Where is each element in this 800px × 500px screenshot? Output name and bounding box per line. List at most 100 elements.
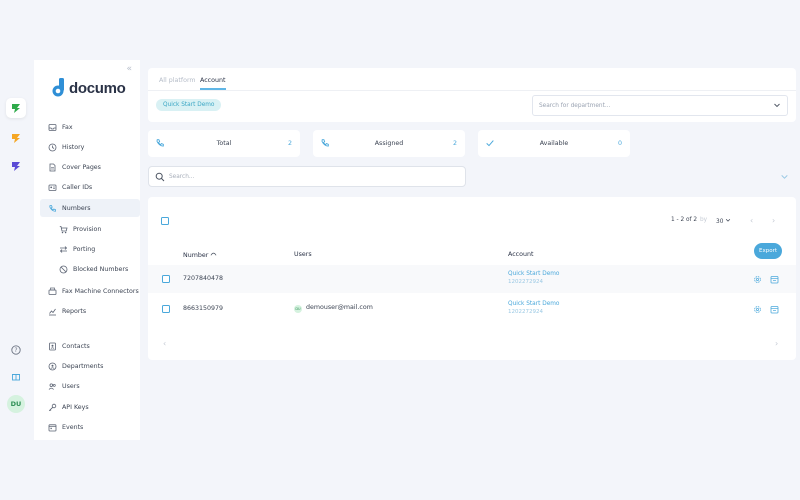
sidebar-item-fax[interactable]: Fax <box>40 118 140 136</box>
sidebar-item-label: Departments <box>62 362 104 370</box>
sidebar-item-label: Blocked Numbers <box>73 265 129 273</box>
sidebar-item-label: Users <box>62 382 80 390</box>
sidebar-item-label: Porting <box>73 245 96 253</box>
history-icon <box>47 142 57 152</box>
fax-app-icon[interactable] <box>6 98 26 118</box>
flow-app-icon[interactable] <box>6 156 26 176</box>
settings-gear-icon[interactable] <box>753 275 762 284</box>
sidebar-item-reports[interactable]: Reports <box>40 302 140 320</box>
stat-value: 2 <box>452 140 457 147</box>
stat-value: 2 <box>287 140 292 147</box>
sidebar-item-numbers[interactable]: Numbers <box>40 199 140 217</box>
stat-label: Assigned <box>374 140 404 147</box>
number-cell: 7207840478 <box>183 275 224 282</box>
sidebar-item-label: Provision <box>73 225 102 233</box>
stat-value: 0 <box>617 140 622 147</box>
per-page-select[interactable]: 30 <box>716 217 731 225</box>
numbers-table: 1 - 2 of 2 by 30 ‹ › Number Users Accoun… <box>148 197 796 360</box>
divider <box>148 90 796 91</box>
sidebar-item-label: Contacts <box>62 342 90 350</box>
id-card-icon <box>47 182 57 192</box>
sidebar-item-label: Fax <box>62 123 73 131</box>
chevron-down-icon <box>773 101 781 111</box>
sidebar-item-provision[interactable]: Provision <box>40 220 140 238</box>
sidebar-item-cover-pages[interactable]: Cover Pages <box>40 158 140 176</box>
department-select[interactable]: Search for department... <box>532 95 788 116</box>
help-icon[interactable]: ? <box>8 342 24 358</box>
calendar-icon[interactable] <box>770 305 779 314</box>
sidebar-item-porting[interactable]: Porting <box>40 240 140 258</box>
settings-gear-icon[interactable] <box>753 305 762 314</box>
sidebar-item-label: API Keys <box>62 403 89 411</box>
tab-all-platform[interactable]: All platform <box>159 77 196 84</box>
chart-icon <box>47 306 57 316</box>
search-icon <box>155 172 165 184</box>
stat-available: Available 0 <box>478 130 630 157</box>
table-row[interactable]: 7207840478 Quick Start Demo 1202272924 <box>148 265 796 293</box>
scroll-right-icon[interactable]: › <box>775 339 778 348</box>
per-page-value: 30 <box>716 219 724 225</box>
department-placeholder: Search for department... <box>539 102 611 109</box>
scroll-left-icon[interactable]: ‹ <box>163 339 166 348</box>
cart-icon <box>58 224 68 234</box>
pagination-range: 1 - 2 of 2 <box>671 217 698 223</box>
account-chip[interactable]: Quick Start Demo <box>156 99 222 111</box>
calendar-icon[interactable] <box>770 275 779 284</box>
sidebar-item-api-keys[interactable]: API Keys <box>40 398 140 416</box>
account-link[interactable]: Quick Start Demo <box>508 271 559 277</box>
sidebar-item-history[interactable]: History <box>40 138 140 156</box>
column-header-number[interactable]: Number <box>183 251 217 259</box>
key-icon <box>47 402 57 412</box>
account-id: 1202272924 <box>508 279 543 285</box>
documo-logo: documo <box>52 78 126 98</box>
pagination-separator: by <box>700 217 708 223</box>
user-email: demouser@mail.com <box>306 304 373 311</box>
document-icon <box>47 162 57 172</box>
sidebar-item-contacts[interactable]: Contacts <box>40 337 140 355</box>
sidebar-item-caller-ids[interactable]: Caller IDs <box>40 178 140 196</box>
number-cell: 8663150979 <box>183 305 224 312</box>
sidebar-item-label: History <box>62 143 85 151</box>
sidebar-item-label: Caller IDs <box>62 183 93 191</box>
gift-icon[interactable] <box>8 368 24 384</box>
user-avatar: DU <box>294 305 302 313</box>
sidebar-item-label: Cover Pages <box>62 163 101 171</box>
next-page-icon[interactable]: › <box>772 216 775 225</box>
stat-assigned: Assigned 2 <box>313 130 465 157</box>
account-link[interactable]: Quick Start Demo <box>508 301 559 307</box>
sidebar-item-label: Fax Machine Connectors <box>62 287 139 295</box>
sidebar-item-departments[interactable]: Departments <box>40 357 140 375</box>
chevron-down-icon[interactable] <box>780 172 789 183</box>
column-header-account: Account <box>508 251 534 258</box>
inbox-icon <box>47 122 57 132</box>
search-input[interactable]: Search... <box>148 166 466 187</box>
phone-icon <box>47 203 57 213</box>
sidebar-item-label: Numbers <box>62 204 91 212</box>
tab-account[interactable]: Account <box>200 77 225 84</box>
column-header-users: Users <box>294 251 312 258</box>
logo-text: documo <box>69 79 126 97</box>
collapse-sidebar-icon[interactable]: « <box>126 64 132 74</box>
block-icon <box>58 264 68 274</box>
sidebar-item-events[interactable]: Events <box>40 418 140 436</box>
sign-app-icon[interactable] <box>6 128 26 148</box>
prev-page-icon[interactable]: ‹ <box>750 216 753 225</box>
app-rail: ? DU <box>0 60 32 420</box>
transfer-icon <box>58 244 68 254</box>
row-checkbox[interactable] <box>162 275 170 283</box>
contacts-icon <box>47 341 57 351</box>
table-row[interactable]: 8663150979 DU demouser@mail.com Quick St… <box>148 295 796 323</box>
sidebar-item-users[interactable]: Users <box>40 377 140 395</box>
svg-text:?: ? <box>14 347 17 354</box>
account-id: 1202272924 <box>508 309 543 315</box>
select-all-checkbox[interactable] <box>161 217 169 225</box>
sidebar-item-blocked-numbers[interactable]: Blocked Numbers <box>40 260 140 278</box>
search-placeholder: Search... <box>169 173 195 180</box>
user-avatar[interactable]: DU <box>7 395 25 413</box>
sidebar: « documo Fax History Cover Pages Caller … <box>34 60 140 440</box>
fax-machine-icon <box>47 286 57 296</box>
export-button[interactable]: Export <box>754 243 782 259</box>
row-checkbox[interactable] <box>162 305 170 313</box>
logo-mark-icon <box>52 78 66 98</box>
sidebar-item-fax-machine-connectors[interactable]: Fax Machine Connectors <box>40 282 140 300</box>
